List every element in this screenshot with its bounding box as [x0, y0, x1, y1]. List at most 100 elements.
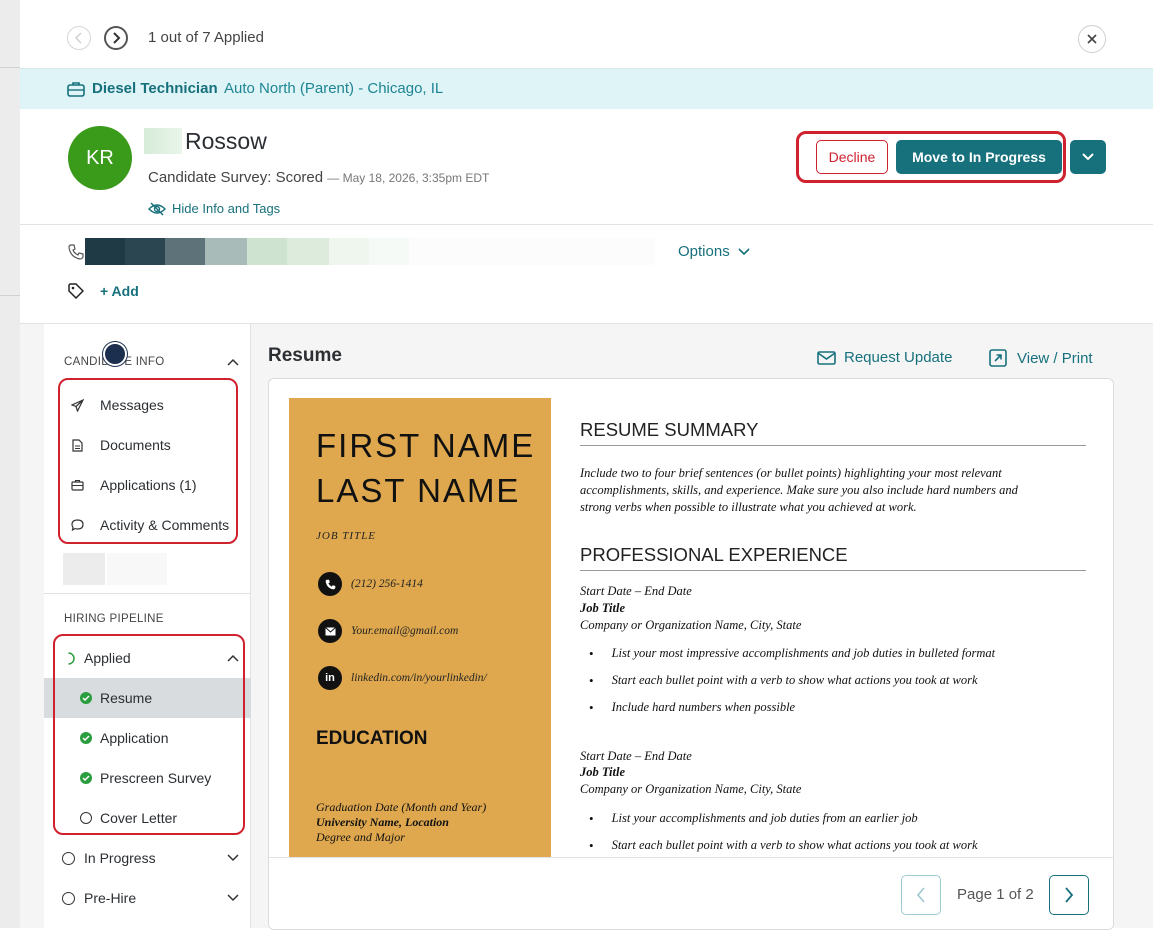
survey-date: — May 18, 2026, 3:35pm EDT	[327, 171, 490, 185]
external-link-icon	[989, 349, 1007, 367]
request-update-button[interactable]: Request Update	[817, 349, 952, 366]
eye-slash-icon	[148, 202, 166, 215]
request-update-label: Request Update	[844, 349, 953, 366]
stage-label: Pre-Hire	[84, 890, 137, 906]
next-candidate-button[interactable]	[104, 26, 128, 50]
empty-circle-icon	[61, 851, 75, 865]
candidate-counter: 1 out of 7 Applied	[148, 29, 264, 46]
envelope-icon	[324, 626, 336, 635]
chevron-right-icon	[113, 32, 121, 44]
resume-linkedin: in linkedin.com/in/yourlinkedin/	[318, 666, 487, 690]
move-to-in-progress-button[interactable]: Move to In Progress	[896, 140, 1062, 174]
tag-icon	[68, 283, 84, 299]
resume-summary-line: accomplishments, skills, and experience.…	[580, 483, 1018, 497]
stage-in-progress[interactable]: In Progress	[44, 838, 251, 878]
survey-status: Candidate Survey: Scored — May 18, 2026,…	[148, 169, 489, 186]
candidate-name: Rossow	[185, 128, 267, 154]
content-area: CANDIDATE INFO Messages Documents Applic…	[20, 324, 1153, 930]
hiring-pipeline-heading: HIRING PIPELINE	[64, 613, 164, 625]
job-company: Company or Organization Name, City, Stat…	[580, 782, 802, 796]
resume-summary-line: strong verbs when possible to illustrate…	[580, 500, 917, 514]
redacted-item	[63, 553, 105, 585]
page-title: Resume	[268, 345, 342, 366]
highlight-box-candidate-info	[58, 378, 238, 544]
job-dates: Start Date – End Date	[580, 749, 692, 763]
resume-document[interactable]: FIRST NAME LAST NAME JOB TITLE (212) 256…	[269, 379, 1113, 857]
more-actions-dropdown[interactable]	[1070, 140, 1106, 174]
linkedin-icon: in	[318, 666, 342, 690]
resume-job-title: JOB TITLE	[316, 530, 377, 542]
resume-education-heading: EDUCATION	[316, 728, 428, 749]
add-tag-button[interactable]: + Add	[100, 283, 139, 299]
sidebar-divider	[44, 593, 251, 594]
hide-info-toggle[interactable]: Hide Info and Tags	[148, 201, 280, 216]
phone-icon	[68, 244, 84, 260]
resume-linkedin-text: linkedin.com/in/yourlinkedin/	[351, 672, 487, 684]
options-dropdown[interactable]: Options	[678, 243, 750, 260]
close-icon	[1087, 34, 1097, 44]
resume-sidebar-column: FIRST NAME LAST NAME JOB TITLE (212) 256…	[289, 398, 551, 857]
avatar: KR	[68, 126, 132, 190]
chevron-down-icon[interactable]	[227, 854, 239, 862]
backdrop	[0, 0, 20, 928]
chevron-up-icon[interactable]	[227, 358, 239, 366]
redacted-first-name	[144, 128, 182, 154]
job-bullet: • List your accomplishments and job dutie…	[589, 811, 918, 826]
candidate-panel: 1 out of 7 Applied Diesel Technician Aut…	[20, 0, 1153, 930]
redacted-item	[107, 553, 167, 585]
chevron-left-icon	[74, 32, 82, 44]
chevron-left-icon	[916, 887, 925, 903]
job-title-link[interactable]: Diesel Technician	[92, 80, 218, 97]
page-indicator: Page 1 of 2	[957, 886, 1034, 903]
envelope-icon	[817, 350, 836, 365]
resume-email: Your.email@gmail.com	[318, 619, 458, 643]
chevron-down-icon	[1082, 153, 1094, 161]
phone-icon	[325, 579, 335, 589]
resume-email-text: Your.email@gmail.com	[351, 625, 459, 637]
briefcase-icon	[67, 82, 85, 97]
view-print-label: View / Print	[1017, 349, 1093, 367]
cursor-indicator	[103, 342, 127, 366]
resume-edu-school: University Name, Location	[316, 815, 449, 829]
job-bullet: • Include hard numbers when possible	[589, 700, 796, 715]
job-bullet: • Start each bullet point with a verb to …	[589, 673, 978, 688]
resume-viewer: FIRST NAME LAST NAME JOB TITLE (212) 256…	[268, 378, 1114, 930]
job-bullet: • List your most impressive accomplishmen…	[589, 646, 996, 661]
resume-summary-heading: RESUME SUMMARY	[580, 419, 1086, 446]
resume-phone-text: (212) 256-1414	[351, 578, 423, 590]
empty-circle-icon	[61, 891, 75, 905]
sidebar: CANDIDATE INFO Messages Documents Applic…	[44, 324, 251, 928]
close-button[interactable]	[1078, 25, 1106, 53]
resume-summary-line: Include two to four brief sentences (or …	[580, 466, 1002, 480]
job-title: Job Title	[580, 765, 626, 779]
previous-candidate-button[interactable]	[67, 26, 91, 50]
hide-info-label: Hide Info and Tags	[172, 201, 281, 216]
options-label: Options	[678, 243, 730, 260]
survey-status-text: Candidate Survey: Scored	[148, 169, 324, 186]
resume-edu-date: Graduation Date (Month and Year)	[316, 800, 487, 814]
resume-pager: Page 1 of 2	[269, 857, 1113, 929]
view-print-button[interactable]: View / Print	[989, 349, 1093, 367]
resume-main-column: RESUME SUMMARY Include two to four brief…	[580, 379, 1086, 857]
stage-pre-hire[interactable]: Pre-Hire	[44, 878, 251, 918]
job-bullet: • Start each bullet point with a verb to …	[589, 838, 978, 853]
job-banner: Diesel Technician Auto North (Parent) - …	[20, 68, 1153, 109]
resume-phone: (212) 256-1414	[318, 572, 423, 596]
chevron-down-icon	[738, 247, 750, 255]
chevron-right-icon	[1065, 887, 1074, 903]
job-company: Company or Organization Name, City, Stat…	[580, 618, 802, 632]
resume-experience-heading: PROFESSIONAL EXPERIENCE	[580, 544, 1086, 571]
chevron-down-icon[interactable]	[227, 894, 239, 902]
previous-page-button[interactable]	[901, 875, 941, 915]
resume-first-name: FIRST NAME	[316, 427, 536, 464]
job-location: Auto North (Parent) - Chicago, IL	[224, 80, 444, 97]
job-title: Job Title	[580, 601, 626, 615]
decline-button[interactable]: Decline	[816, 140, 888, 174]
stage-label: In Progress	[84, 850, 156, 866]
job-dates: Start Date – End Date	[580, 584, 692, 598]
header-divider	[20, 224, 1153, 225]
resume-edu-degree: Degree and Major	[316, 830, 405, 844]
redacted-phone-number	[85, 238, 655, 265]
resume-last-name: LAST NAME	[316, 472, 521, 509]
next-page-button[interactable]	[1049, 875, 1089, 915]
